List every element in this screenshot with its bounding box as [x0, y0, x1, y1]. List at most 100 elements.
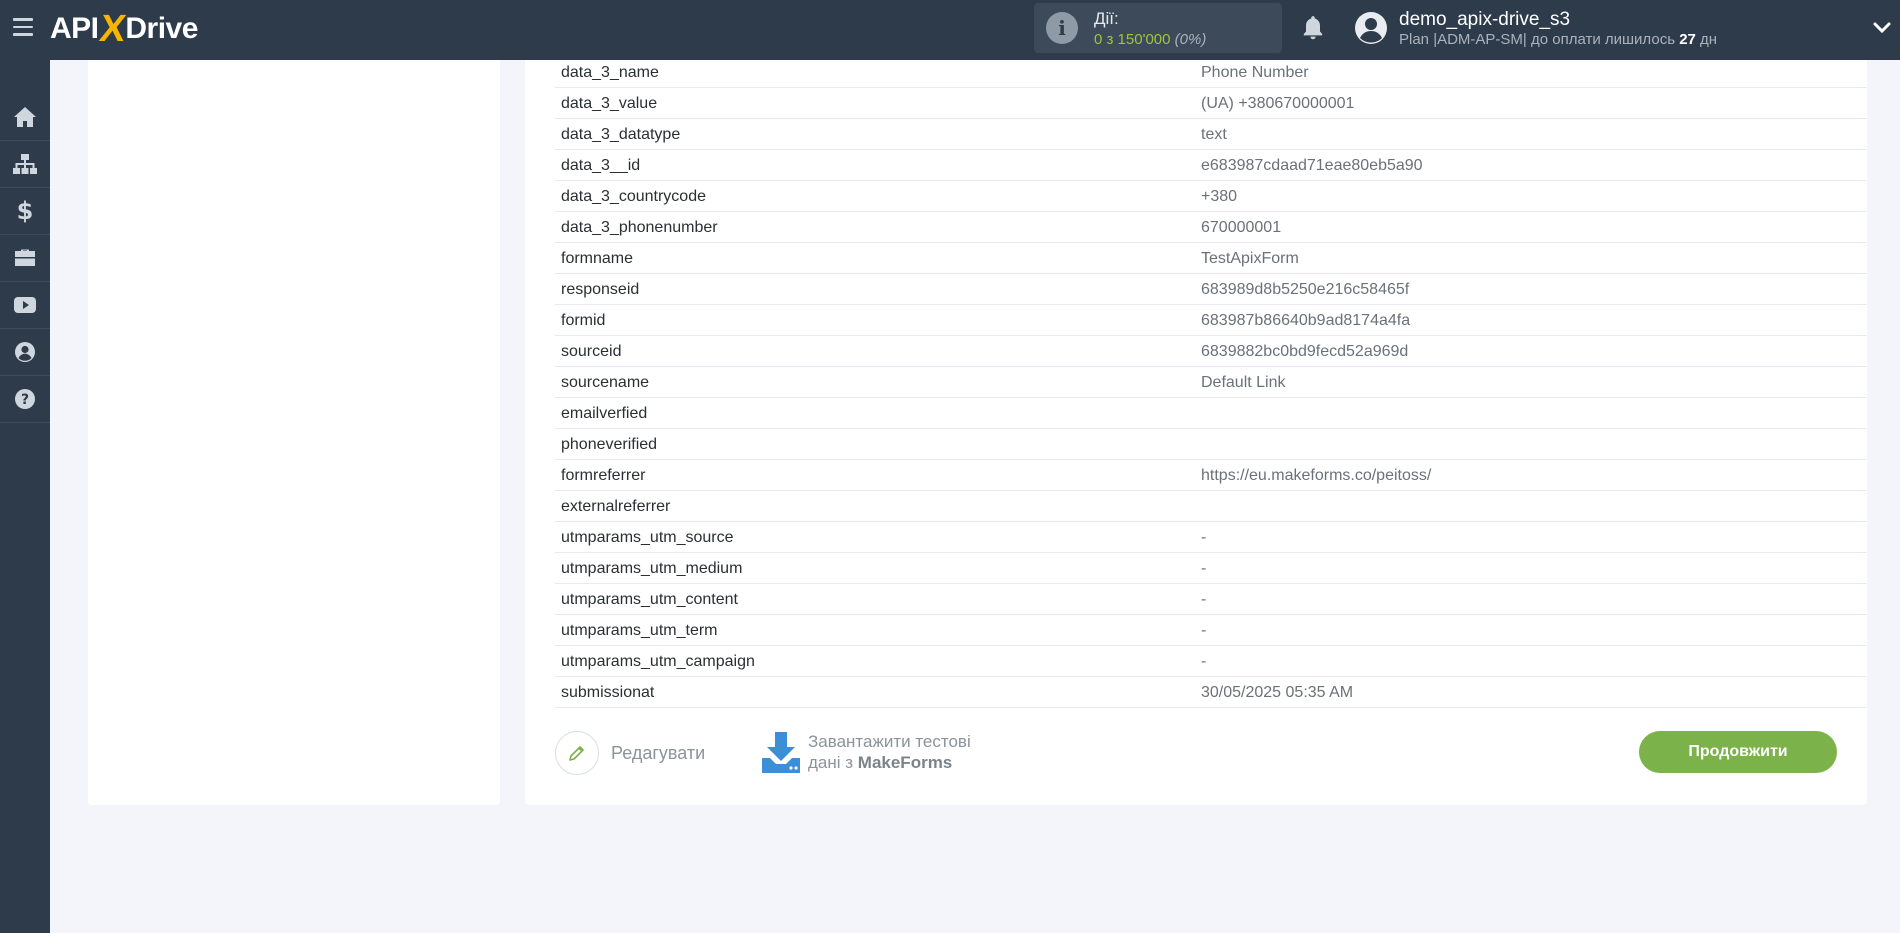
table-row: data_3_name Phone Number — [555, 60, 1867, 88]
edit-button-label: Редагувати — [611, 742, 706, 763]
actions-count-value: 0 з 150'000 — [1094, 31, 1171, 48]
plan-days: 27 — [1679, 31, 1696, 48]
field-value: - — [1201, 560, 1207, 577]
sidebar-item-billing[interactable]: $ — [0, 188, 50, 235]
field-value: (UA) +380670000001 — [1201, 95, 1355, 112]
table-row: formid 683987b86640b9ad8174a4fa — [555, 305, 1867, 336]
field-name: formreferrer — [561, 467, 646, 484]
load-line-2-prefix: дані з — [808, 753, 858, 772]
table-row: utmparams_utm_term - — [555, 615, 1867, 646]
edit-icon-circle — [555, 731, 599, 775]
plan-info: Plan |ADM-AP-SM| до оплати лишилось 27 д… — [1399, 31, 1717, 48]
user-avatar-icon[interactable] — [1354, 11, 1388, 45]
sidebar-item-connections[interactable] — [0, 141, 50, 188]
field-name: utmparams_utm_campaign — [561, 653, 755, 670]
table-row: sourcename Default Link — [555, 367, 1867, 398]
sidebar-item-projects[interactable] — [0, 235, 50, 282]
field-value: 683987b86640b9ad8174a4fa — [1201, 312, 1411, 329]
info-icon: i — [1046, 12, 1078, 44]
dollar-icon: $ — [16, 197, 34, 225]
table-row: data_3_countrycode +380 — [555, 181, 1867, 212]
sitemap-icon — [13, 154, 37, 174]
table-row: phoneverified — [555, 429, 1867, 460]
sidebar-item-video[interactable] — [0, 282, 50, 329]
user-icon — [15, 342, 35, 362]
table-row: utmparams_utm_campaign - — [555, 646, 1867, 677]
load-test-data-label: Завантажити тестові дані з MakeForms — [808, 731, 971, 773]
table-row: externalreferrer — [555, 491, 1867, 522]
table-row: formreferrer https://eu.makeforms.co/peit… — [555, 460, 1867, 491]
field-name: data_3_countrycode — [561, 188, 706, 205]
logo-text-api: API — [50, 12, 99, 45]
field-name: data_3_phonenumber — [561, 219, 718, 236]
field-value: - — [1201, 653, 1207, 670]
load-test-data-button[interactable]: Завантажити тестові дані з MakeForms — [760, 730, 971, 774]
briefcase-icon — [15, 249, 35, 266]
data-table: data_3_name Phone Number data_3_value (UA) … — [555, 60, 1867, 708]
field-name: data_3__id — [561, 157, 641, 174]
field-name: phoneverified — [561, 436, 658, 453]
field-name: externalreferrer — [561, 498, 671, 515]
field-value: TestApixForm — [1201, 250, 1299, 267]
field-name: utmparams_utm_term — [561, 622, 718, 639]
table-row: utmparams_utm_medium - — [555, 553, 1867, 584]
table-row: responseid 683989d8b5250e216c58465f — [555, 274, 1867, 305]
field-value: - — [1201, 622, 1207, 639]
field-name: utmparams_utm_content — [561, 591, 738, 608]
table-row: utmparams_utm_content - — [555, 584, 1867, 615]
sidebar-item-help[interactable]: ? — [0, 376, 50, 423]
continue-button[interactable]: Продовжити — [1639, 731, 1837, 773]
apixdrive-logo[interactable]: API X Drive — [50, 7, 198, 50]
field-value: +380 — [1201, 188, 1238, 205]
svg-text:?: ? — [21, 392, 29, 408]
plan-prefix: Plan |ADM-AP-SM| до оплати лишилось — [1399, 31, 1680, 48]
field-value: 6839882bc0bd9fecd52a969d — [1201, 343, 1409, 360]
youtube-icon — [14, 297, 36, 313]
table-row: sourceid 6839882bc0bd9fecd52a969d — [555, 336, 1867, 367]
home-icon — [14, 107, 36, 127]
field-name: sourceid — [561, 343, 622, 360]
download-icon — [762, 732, 800, 773]
field-value: - — [1201, 591, 1207, 608]
username[interactable]: demo_apix-drive_s3 — [1399, 9, 1570, 31]
field-value: 683989d8b5250e216c58465f — [1201, 281, 1410, 298]
field-value: 670000001 — [1201, 219, 1282, 236]
table-row: emailverfied — [555, 398, 1867, 429]
field-name: formname — [561, 250, 634, 267]
main-panel: data_3_name Phone Number data_3_value (UA) … — [525, 60, 1867, 805]
plan-suffix: дн — [1695, 31, 1718, 48]
field-name: emailverfied — [561, 405, 648, 422]
actions-count: 0 з 150'000 (0%) — [1094, 31, 1206, 48]
field-name: formid — [561, 312, 606, 329]
sidebar-item-account[interactable] — [0, 329, 50, 376]
logo-text-x: X — [96, 7, 128, 50]
field-name: utmparams_utm_source — [561, 529, 734, 546]
load-service-name: MakeForms — [857, 753, 953, 772]
table-row: formname TestApixForm — [555, 243, 1867, 274]
table-row: data_3_datatype text — [555, 119, 1867, 150]
load-line-2: дані з MakeForms — [808, 752, 971, 773]
field-value: e683987cdaad71eae80eb5a90 — [1201, 157, 1423, 174]
field-value: text — [1201, 126, 1227, 143]
table-row: data_3_phonenumber 670000001 — [555, 212, 1867, 243]
chevron-down-icon[interactable] — [1872, 18, 1892, 38]
actions-count-percent: (0%) — [1174, 31, 1207, 48]
field-name: utmparams_utm_medium — [561, 560, 743, 577]
edit-button[interactable]: Редагувати — [555, 731, 705, 775]
field-name: data_3_value — [561, 95, 658, 112]
sidebar-item-home[interactable] — [0, 94, 50, 141]
load-line-1: Завантажити тестові — [808, 732, 971, 751]
hamburger-menu-icon[interactable] — [13, 18, 33, 36]
field-value: https://eu.makeforms.co/peitoss/ — [1201, 467, 1432, 484]
field-name: data_3_name — [561, 64, 659, 81]
left-panel — [88, 60, 500, 805]
top-bar: API X Drive i Дії: 0 з 150'000 (0%) demo_a… — [0, 0, 1900, 60]
field-name: submissionat — [561, 684, 655, 701]
table-row: data_3__id e683987cdaad71eae80eb5a90 — [555, 150, 1867, 181]
bell-icon[interactable] — [1300, 14, 1326, 42]
actions-counter[interactable]: i Дії: 0 з 150'000 (0%) — [1034, 3, 1282, 53]
field-name: responseid — [561, 281, 640, 298]
logo-text-drive: Drive — [125, 12, 198, 45]
field-name: data_3_datatype — [561, 126, 681, 143]
pencil-icon — [569, 746, 584, 761]
